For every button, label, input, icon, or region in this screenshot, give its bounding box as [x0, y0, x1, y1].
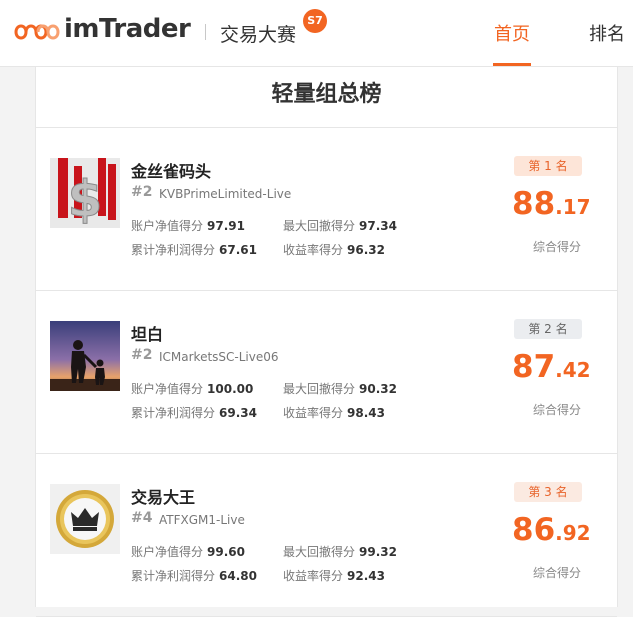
- logo-text[interactable]: imTrader: [64, 14, 191, 44]
- top-header: imTrader 交易大赛 S7 首页 排名: [0, 0, 633, 67]
- crown-medal-avatar-icon[interactable]: [50, 484, 120, 554]
- composite-score: 88.17: [512, 186, 591, 222]
- nav-active-indicator: [493, 63, 531, 66]
- composite-score: 87.42: [512, 349, 591, 385]
- leaderboard-entry-3[interactable]: 交易大王 #4 ATFXGM1-Live 账户净值得分 99.60 最大回撤得分 9…: [36, 454, 617, 617]
- nav-home[interactable]: 首页: [494, 20, 530, 46]
- stat-return-score: 收益率得分 98.43: [283, 406, 385, 420]
- account-server: ATFXGM1-Live: [159, 513, 245, 527]
- leaderboard-entry-2[interactable]: 坦白 #2 ICMarketsSC-Live06 账户净值得分 100.00 最大…: [36, 291, 617, 454]
- account-server: KVBPrimeLimited-Live: [159, 187, 292, 201]
- composite-score-label: 综合得分: [533, 240, 582, 254]
- trader-name[interactable]: 金丝雀码头: [131, 158, 211, 182]
- place-badge: 第 3 名: [514, 482, 582, 502]
- stat-net-profit-score: 累计净利润得分 67.61: [131, 243, 257, 257]
- place-badge: 第 1 名: [514, 156, 582, 176]
- stat-equity-score: 账户净值得分 100.00: [131, 382, 254, 396]
- stat-return-score: 收益率得分 92.43: [283, 569, 385, 583]
- stat-return-score: 收益率得分 96.32: [283, 243, 385, 257]
- leaderboard-title: 轻量组总榜: [36, 67, 617, 128]
- composite-score-label: 综合得分: [533, 566, 582, 580]
- stat-drawdown-score: 最大回撤得分 90.32: [283, 382, 397, 396]
- sunset-silhouette-avatar-icon[interactable]: [50, 321, 120, 391]
- trader-name[interactable]: 坦白: [131, 321, 163, 345]
- stat-drawdown-score: 最大回撤得分 97.34: [283, 219, 397, 233]
- event-title: 交易大赛: [220, 24, 297, 46]
- stat-net-profit-score: 累计净利润得分 64.80: [131, 569, 257, 583]
- account-server: ICMarketsSC-Live06: [159, 350, 279, 364]
- rank-number: #2: [131, 184, 153, 200]
- nav-ranking[interactable]: 排名: [589, 20, 625, 46]
- header-divider: [205, 24, 206, 40]
- dollar-sign-avatar-icon[interactable]: $: [50, 158, 120, 228]
- infinity-logo-icon[interactable]: [14, 18, 60, 46]
- stat-equity-score: 账户净值得分 99.60: [131, 545, 245, 559]
- composite-score-label: 综合得分: [533, 403, 582, 417]
- trader-name[interactable]: 交易大王: [131, 484, 195, 508]
- stat-net-profit-score: 累计净利润得分 69.34: [131, 406, 257, 420]
- stat-equity-score: 账户净值得分 97.91: [131, 219, 245, 233]
- stat-drawdown-score: 最大回撤得分 99.32: [283, 545, 397, 559]
- svg-text:$: $: [68, 170, 103, 228]
- rank-number: #4: [131, 510, 153, 526]
- leaderboard-panel: 轻量组总榜 $ 金丝雀码头 #2 KVBPrimeLimited-Live 账户…: [35, 67, 618, 617]
- season-badge: S7: [303, 9, 327, 33]
- composite-score: 86.92: [512, 512, 591, 548]
- place-badge: 第 2 名: [514, 319, 582, 339]
- leaderboard-entry-1[interactable]: $ 金丝雀码头 #2 KVBPrimeLimited-Live 账户净值得分 97…: [36, 128, 617, 291]
- rank-number: #2: [131, 347, 153, 363]
